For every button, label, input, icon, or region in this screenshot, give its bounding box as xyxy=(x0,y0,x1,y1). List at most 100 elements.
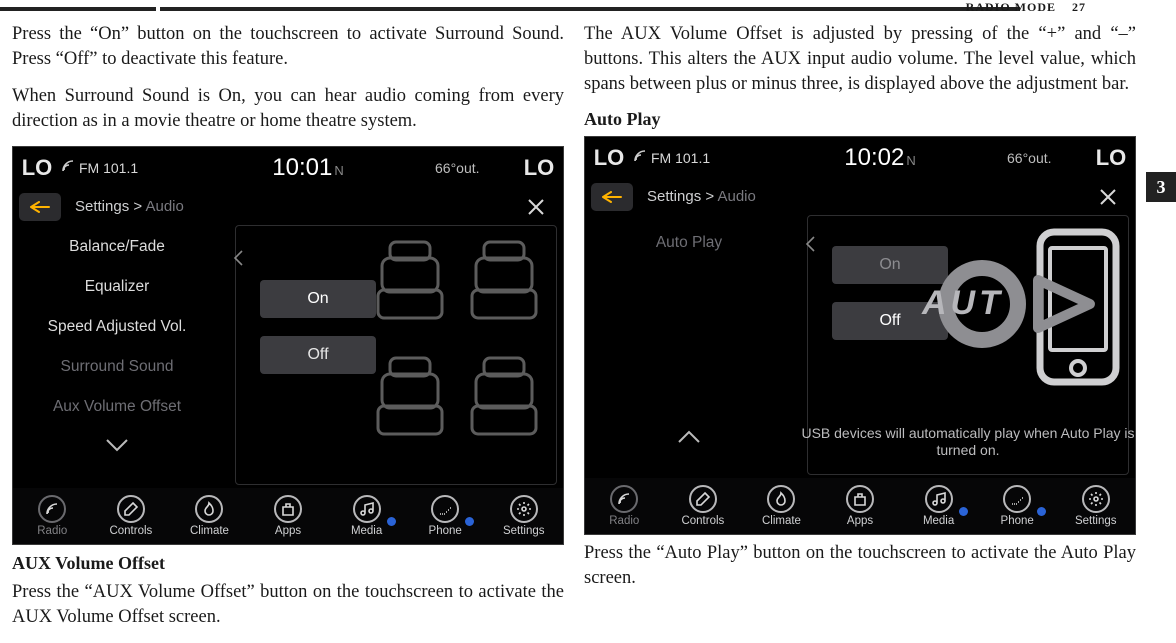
outside-temp: 66°out. xyxy=(1007,150,1087,166)
bottom-bar: Radio Controls Climate Apps Media Ph xyxy=(585,478,1135,534)
bottom-label: Apps xyxy=(275,525,301,537)
temp-driver-lo[interactable]: LO xyxy=(13,155,61,181)
clock: 10:02N xyxy=(753,144,1007,172)
clock: 10:01N xyxy=(181,154,435,182)
right-column: The AUX Volume Offset is adjusted by pre… xyxy=(584,22,1136,603)
climate-icon xyxy=(767,485,795,513)
radio-icon xyxy=(38,495,66,523)
close-button[interactable] xyxy=(515,186,557,228)
bottom-label: Settings xyxy=(1075,515,1117,527)
para-surround-2: When Surround Sound is On, you can hear … xyxy=(12,84,564,134)
settings-icon xyxy=(510,495,538,523)
bottom-label: Apps xyxy=(847,515,873,527)
sidebar-item-equalizer[interactable]: Equalizer xyxy=(13,267,221,307)
breadcrumb-text: Settings > Audio xyxy=(647,188,756,205)
bottom-label: Media xyxy=(351,525,382,537)
subhead-aux-offset: AUX Volume Offset xyxy=(12,553,564,574)
temp-pass-lo[interactable]: LO xyxy=(515,155,563,181)
bluetooth-dot-icon xyxy=(465,517,474,526)
cabin-speakers-illustration xyxy=(366,232,548,442)
bottom-label: Climate xyxy=(762,515,801,527)
outside-temp: 66°out. xyxy=(435,160,515,176)
bluetooth-dot-icon xyxy=(959,507,968,516)
bottom-label: Controls xyxy=(681,515,724,527)
bottom-climate[interactable]: Climate xyxy=(170,488,249,544)
bottom-bar: Radio Controls Climate Apps Media Ph xyxy=(13,488,563,544)
bottom-media[interactable]: Media xyxy=(899,478,978,534)
controls-icon xyxy=(117,495,145,523)
sidebar-item-aux-offset[interactable]: Aux Volume Offset xyxy=(13,387,221,427)
option-panel: On Off AUT USB devices will automaticall… xyxy=(807,215,1129,475)
media-icon xyxy=(925,485,953,513)
para-autoplay-caption: Press the “Auto Play” button on the touc… xyxy=(584,541,1136,591)
clock-sub: N xyxy=(334,163,343,178)
tuner-display[interactable]: FM 101.1 xyxy=(633,149,753,166)
controls-icon xyxy=(689,485,717,513)
bottom-apps[interactable]: Apps xyxy=(249,488,328,544)
breadcrumb: Settings > Audio xyxy=(585,179,1135,215)
screenshot-surround-sound: LO FM 101.1 10:01N 66°out. LO Settings >… xyxy=(12,146,564,545)
auto-overlay-text: AUT xyxy=(922,284,1004,323)
bottom-climate[interactable]: Climate xyxy=(742,478,821,534)
breadcrumb-leaf: Audio xyxy=(145,198,183,215)
media-icon xyxy=(353,495,381,523)
breadcrumb: Settings > Audio xyxy=(13,189,563,225)
breadcrumb-root[interactable]: Settings > xyxy=(647,188,714,205)
phone-icon xyxy=(431,495,459,523)
para-surround-1: Press the “On” button on the touchscreen… xyxy=(12,22,564,72)
bottom-radio[interactable]: Radio xyxy=(13,488,92,544)
panel-chevron-icon xyxy=(805,236,815,257)
apps-icon xyxy=(846,485,874,513)
clock-sub: N xyxy=(906,153,915,168)
clock-time: 10:01 xyxy=(272,154,332,181)
bottom-phone[interactable]: Phone xyxy=(978,478,1057,534)
radio-icon xyxy=(610,485,638,513)
sidebar-item-auto-play[interactable]: Auto Play xyxy=(585,223,793,263)
tuner-freq: FM 101.1 xyxy=(651,150,710,166)
settings-icon xyxy=(1082,485,1110,513)
breadcrumb-text: Settings > Audio xyxy=(75,198,184,215)
temp-pass-lo[interactable]: LO xyxy=(1087,145,1135,171)
bottom-label: Media xyxy=(923,515,954,527)
bottom-radio[interactable]: Radio xyxy=(585,478,664,534)
para-aux-offset: Press the “AUX Volume Offset” button on … xyxy=(12,580,564,630)
signal-icon xyxy=(61,159,75,173)
close-button[interactable] xyxy=(1087,176,1129,218)
on-button[interactable]: On xyxy=(260,280,376,318)
screenshot-auto-play: LO FM 101.1 10:02N 66°out. LO Settings >… xyxy=(584,136,1136,535)
para-offset-desc: The AUX Volume Offset is adjusted by pre… xyxy=(584,22,1136,97)
sidebar-item-balance-fade[interactable]: Balance/Fade xyxy=(13,227,221,267)
rule-right xyxy=(160,7,1020,11)
sidebar-item-surround-sound[interactable]: Surround Sound xyxy=(13,347,221,387)
tuner-display[interactable]: FM 101.1 xyxy=(61,159,181,176)
work-area: Auto Play On Off xyxy=(585,215,1135,475)
autoplay-illustration: AUT xyxy=(922,226,1122,396)
bottom-controls[interactable]: Controls xyxy=(92,488,171,544)
bottom-media[interactable]: Media xyxy=(327,488,406,544)
bottom-controls[interactable]: Controls xyxy=(664,478,743,534)
sidebar-item-speed-adjusted[interactable]: Speed Adjusted Vol. xyxy=(13,307,221,347)
back-button[interactable] xyxy=(19,193,61,221)
bottom-settings[interactable]: Settings xyxy=(1056,478,1135,534)
back-button[interactable] xyxy=(591,183,633,211)
clock-time: 10:02 xyxy=(844,144,904,171)
tuner-freq: FM 101.1 xyxy=(79,160,138,176)
temp-driver-lo[interactable]: LO xyxy=(585,145,633,171)
bluetooth-dot-icon xyxy=(387,517,396,526)
list-scroll-up[interactable] xyxy=(585,423,793,451)
bottom-label: Phone xyxy=(429,525,462,537)
signal-icon xyxy=(633,149,647,163)
bottom-settings[interactable]: Settings xyxy=(484,488,563,544)
list-scroll-down[interactable] xyxy=(13,431,221,459)
bluetooth-dot-icon xyxy=(1037,507,1046,516)
breadcrumb-root[interactable]: Settings > xyxy=(75,198,142,215)
settings-list: Balance/Fade Equalizer Speed Adjusted Vo… xyxy=(13,227,221,459)
section-title: RADIO MODE xyxy=(966,0,1056,14)
bottom-label: Phone xyxy=(1001,515,1034,527)
off-button[interactable]: Off xyxy=(260,336,376,374)
bottom-phone[interactable]: Phone xyxy=(406,488,485,544)
breadcrumb-leaf: Audio xyxy=(717,188,755,205)
bottom-label: Climate xyxy=(190,525,229,537)
autoplay-description: USB devices will automatically play when… xyxy=(798,425,1138,460)
bottom-apps[interactable]: Apps xyxy=(821,478,900,534)
